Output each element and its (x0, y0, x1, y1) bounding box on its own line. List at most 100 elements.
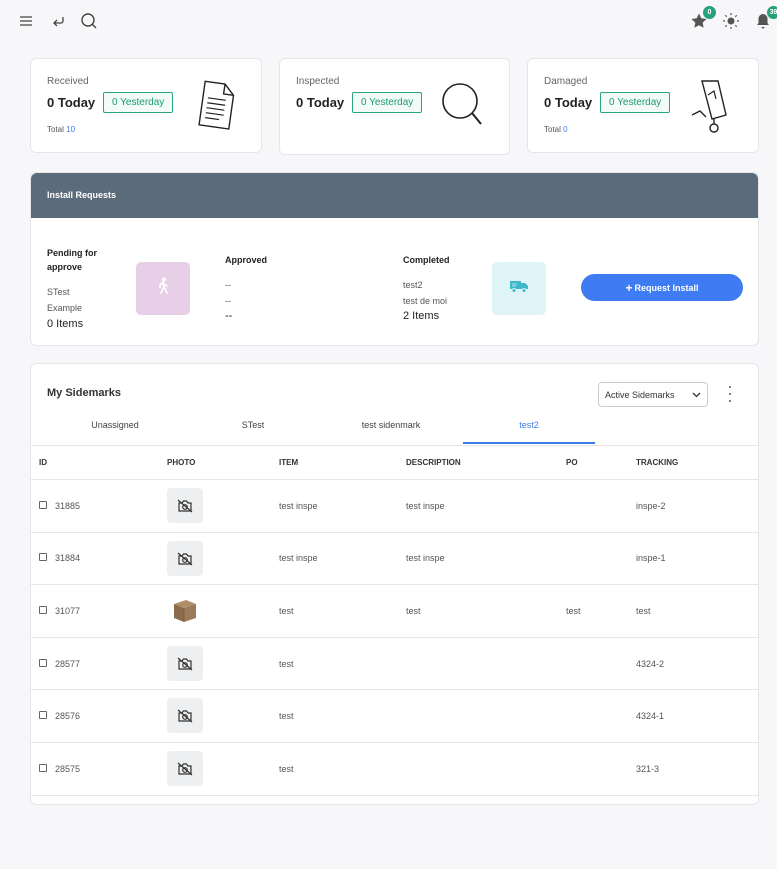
table-row[interactable]: 31885 test inspe test inspe inspe-2 (31, 480, 758, 533)
col-header-po[interactable]: PO (566, 458, 578, 467)
row-id: 31884 (55, 553, 81, 563)
row-item: test (279, 606, 294, 616)
damaged-total-value: 0 (563, 125, 568, 134)
damaged-card: Damaged 0 Today 0 Yesterday Total 0 (527, 58, 759, 153)
favorites-badge: 0 (703, 6, 716, 19)
row-checkbox[interactable] (39, 659, 47, 667)
notifications-bell-icon[interactable]: 39 (752, 6, 777, 32)
install-requests-title: Install Requests (47, 190, 117, 200)
row-id: 28576 (55, 711, 81, 721)
row-checkbox[interactable] (39, 553, 47, 561)
received-card: Received 0 Today 0 Yesterday Total 10 (30, 58, 262, 153)
completed-title: Completed (403, 255, 450, 265)
row-item: test inspe (279, 553, 318, 563)
table-row[interactable]: 28575 test 321-3 (31, 743, 758, 796)
received-total: Total 10 (47, 125, 76, 134)
damaged-label: Damaged (544, 76, 588, 87)
approved-line-1: -- (225, 280, 231, 290)
row-checkbox[interactable] (39, 501, 47, 509)
sidemarks-card: My Sidemarks Active Sidemarks Unassigned… (30, 363, 759, 805)
completed-line-2: test de moi (403, 296, 448, 306)
col-header-tracking[interactable]: TRACKING (636, 458, 678, 467)
notifications-badge: 39 (767, 6, 777, 19)
table-row[interactable]: 28576 test 4324-1 (31, 690, 758, 743)
row-checkbox[interactable] (39, 711, 47, 719)
chevron-down-icon (692, 390, 701, 401)
sidemark-filter-select[interactable]: Active Sidemarks (598, 382, 708, 407)
row-tracking: 4324-1 (636, 711, 665, 721)
magnifier-icon (439, 77, 487, 133)
row-checkbox[interactable] (39, 764, 47, 772)
tab-unassigned[interactable]: Unassigned (49, 420, 181, 444)
search-icon[interactable] (78, 10, 100, 32)
row-checkbox[interactable] (39, 606, 47, 614)
no-photo-icon (167, 541, 203, 576)
completed-line-1: test2 (403, 280, 423, 290)
received-today: 0 Today (47, 95, 96, 110)
col-header-description[interactable]: DESCRIPTION (406, 458, 461, 467)
row-item: test (279, 764, 294, 774)
inspected-today: 0 Today (296, 95, 345, 110)
no-photo-icon (167, 698, 203, 733)
row-id: 31077 (55, 606, 81, 616)
back-icon[interactable] (47, 10, 69, 32)
no-photo-icon (167, 488, 203, 523)
inspected-label: Inspected (296, 76, 340, 87)
pending-tile[interactable] (136, 262, 190, 315)
row-id: 31885 (55, 501, 81, 511)
top-bar: 0 39 (0, 0, 777, 42)
sidemark-filter-value: Active Sidemarks (605, 389, 675, 400)
menu-icon[interactable] (15, 10, 37, 32)
more-options-icon[interactable] (727, 386, 733, 402)
document-icon (194, 77, 242, 133)
row-tracking: inspe-1 (636, 553, 666, 563)
row-tracking: 321-3 (636, 764, 660, 774)
completed-count: 2 Items (403, 310, 440, 322)
row-id: 28575 (55, 764, 81, 774)
inspected-card: Inspected 0 Today 0 Yesterday (279, 58, 510, 155)
row-description: test inspe (406, 501, 445, 511)
col-header-id[interactable]: ID (39, 458, 47, 467)
tab-test-sidenmark[interactable]: test sidenmark (325, 420, 457, 444)
tab-test2[interactable]: test2 (463, 420, 595, 444)
table-row[interactable]: 28577 test 4324-2 (31, 638, 758, 690)
damaged-total: Total 0 (544, 125, 568, 134)
col-header-photo[interactable]: PHOTO (167, 458, 195, 467)
approved-count: -- (225, 310, 233, 322)
row-description: test (406, 606, 421, 616)
plus-icon: + (625, 280, 633, 295)
received-total-value: 10 (66, 125, 76, 134)
no-photo-icon (167, 646, 203, 681)
broken-glass-icon (688, 77, 736, 133)
row-item: test (279, 711, 294, 721)
approved-title: Approved (225, 255, 268, 265)
delivery-truck-icon (509, 278, 529, 299)
row-tracking: inspe-2 (636, 501, 666, 511)
col-header-item[interactable]: ITEM (279, 458, 298, 467)
table-row[interactable]: 31077 test test test test (31, 585, 758, 638)
row-item: test (279, 659, 294, 669)
pending-count: 0 Items (47, 318, 84, 330)
sidemarks-title: My Sidemarks (47, 387, 121, 399)
received-yesterday-badge: 0 Yesterday (103, 92, 174, 113)
table-row[interactable]: 31884 test inspe test inspe inspe-1 (31, 533, 758, 585)
approved-line-2: -- (225, 296, 231, 306)
damaged-yesterday-badge: 0 Yesterday (600, 92, 671, 113)
inspected-yesterday-badge: 0 Yesterday (352, 92, 423, 113)
theme-sun-icon[interactable] (720, 10, 742, 32)
pending-title: Pending for approve (47, 248, 97, 272)
completed-tile[interactable] (492, 262, 546, 315)
tab-stest[interactable]: STest (187, 420, 319, 444)
damaged-today: 0 Today (544, 95, 593, 110)
box-photo-icon (167, 593, 203, 628)
install-requests-header: Install Requests (31, 173, 758, 218)
tabs-divider (31, 445, 758, 446)
row-description: test inspe (406, 553, 445, 563)
row-id: 28577 (55, 659, 81, 669)
received-label: Received (47, 76, 89, 87)
request-install-button[interactable]: + Request Install (581, 274, 743, 301)
favorites-star-icon[interactable]: 0 (688, 6, 716, 32)
pending-line-2: Example (47, 303, 83, 313)
install-requests-card: Install Requests Pending for approve STe… (30, 172, 759, 346)
request-install-label: Request Install (634, 282, 699, 293)
